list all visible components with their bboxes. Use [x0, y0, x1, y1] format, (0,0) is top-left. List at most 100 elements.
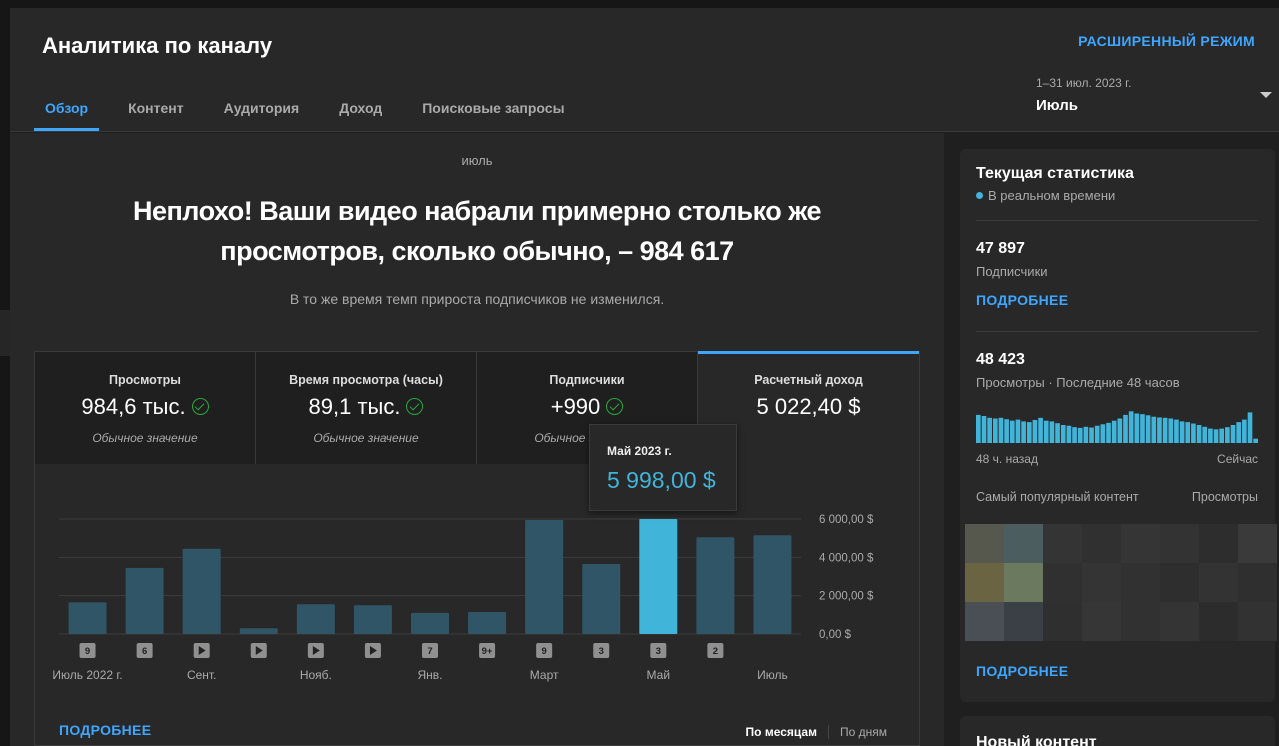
x-tick-label: Нояб. — [300, 668, 332, 682]
metrics-card: Просмотры 984,6 тыс. Обычное значение Вр… — [34, 351, 920, 746]
spark-bar — [1134, 413, 1140, 443]
spark-bar — [1168, 418, 1174, 443]
thumbnail-tile — [1199, 563, 1238, 602]
divider — [976, 220, 1258, 221]
realtime-title: Текущая статистика — [976, 165, 1134, 182]
metric-value: 5 022,40 $ — [756, 394, 861, 419]
y-tick-label: 2 000,00 $ — [819, 591, 874, 603]
check-circle-icon — [606, 398, 624, 415]
spark-bar — [998, 417, 1004, 443]
more-link-popular[interactable]: ПОДРОБНЕЕ — [976, 663, 1068, 679]
subscribers-label: Подписчики — [976, 264, 1048, 279]
thumbnail-tile — [965, 602, 1004, 641]
spark-bar — [1089, 427, 1094, 443]
subscribers-count: 47 897 — [976, 240, 1025, 257]
x-tick-label: Сент. — [187, 668, 216, 682]
thumbnail-tile — [965, 563, 1004, 602]
revenue-bar-chart: 6 000,00 $ 4 000,00 $ 2 000,00 $ 0,00 $ 9 6 7 9… — [52, 514, 874, 682]
spark-bar — [1196, 425, 1202, 443]
x-tick-label: Март — [530, 668, 559, 682]
date-range-picker[interactable]: 1–31 июл. 2023 г. Июль — [1036, 76, 1274, 120]
tooltip-value: 5 998,00 $ — [607, 467, 716, 493]
metric-tab-views[interactable]: Просмотры 984,6 тыс. Обычное значение — [35, 352, 256, 464]
thumbnail-tile — [1082, 524, 1121, 563]
badge-label: 6 — [142, 646, 147, 657]
metric-note: Обычное значение — [92, 431, 198, 445]
metric-label: Расчетный доход — [754, 373, 863, 387]
badge-label: 9+ — [482, 646, 493, 657]
thumbnail-tile — [1160, 602, 1199, 641]
bar — [753, 535, 792, 634]
spark-bar — [1038, 417, 1043, 443]
thumbnail-tile — [1004, 524, 1043, 563]
check-circle-icon — [191, 398, 209, 415]
spark-bar — [1219, 428, 1225, 443]
dropdown-arrow-icon[interactable] — [1260, 92, 1272, 98]
spark-bar — [1066, 425, 1072, 443]
metric-value-row: 5 022,40 $ — [698, 394, 919, 420]
popular-content-thumbnails[interactable] — [965, 524, 1278, 641]
x-tick-label: Июль — [757, 668, 788, 682]
y-tick-label: 4 000,00 $ — [819, 552, 874, 564]
tab-overview[interactable]: Обзор — [34, 92, 100, 132]
bar — [125, 567, 164, 634]
bar — [468, 611, 507, 634]
more-link[interactable]: ПОДРОБНЕЕ — [59, 722, 151, 738]
thumbnail-tile — [1238, 602, 1277, 641]
spark-bar — [1225, 427, 1230, 443]
tab-audience[interactable]: Аудитория — [213, 92, 311, 132]
bar — [296, 604, 335, 634]
views-label: Просмотры · Последние 48 часов — [976, 375, 1180, 390]
spark-bar — [1077, 427, 1083, 443]
bar — [696, 537, 735, 634]
by-month-option[interactable]: По месяцам — [746, 725, 817, 739]
analytics-page: Аналитика по каналу РАСШИРЕННЫЙ РЕЖИМ Об… — [0, 0, 1279, 746]
period-label: июль — [461, 153, 493, 168]
spark-bar — [981, 416, 987, 443]
metric-label: Время просмотра (часы) — [289, 373, 443, 387]
x-tick-label: Май — [647, 668, 671, 682]
spark-bar — [1191, 423, 1196, 443]
spark-bar — [1185, 422, 1191, 443]
divider — [976, 331, 1258, 332]
views-sparkline — [976, 411, 1258, 443]
x-tick-label: Июль 2022 г. — [52, 668, 122, 682]
bar — [411, 612, 449, 634]
tab-search-queries[interactable]: Поисковые запросы — [411, 92, 575, 132]
tab-revenue[interactable]: Доход — [328, 92, 393, 132]
badge-label: 9 — [542, 646, 547, 657]
thumbnail-tile — [1238, 563, 1277, 602]
spark-bar — [1151, 416, 1157, 443]
more-link-subscribers[interactable]: ПОДРОБНЕЕ — [976, 292, 1068, 308]
badge-label: 2 — [713, 646, 718, 657]
spark-bar — [1162, 417, 1168, 443]
spark-bar — [1072, 427, 1077, 443]
thumbnail-tile — [1199, 524, 1238, 563]
y-tick-label: 6 000,00 $ — [819, 514, 874, 526]
spark-bar — [1026, 422, 1032, 443]
summary-subline: В то же время темп прироста подписчиков … — [289, 291, 665, 307]
metric-value-row: 89,1 тыс. — [256, 394, 476, 420]
metric-tab-watch-time[interactable]: Время просмотра (часы) 89,1 тыс. Обычное… — [256, 352, 477, 464]
spark-end-label: Сейчас — [1217, 452, 1258, 466]
realtime-live: В реальном времени — [976, 188, 1115, 203]
spark-bar — [1157, 417, 1162, 443]
advanced-mode-link[interactable]: РАСШИРЕННЫЙ РЕЖИМ — [1078, 33, 1255, 49]
new-content-title: Новый контент — [976, 734, 1097, 746]
thumbnail-tile — [1082, 563, 1121, 602]
metric-note: Обычное значение — [313, 431, 419, 445]
y-tick-label: 0,00 $ — [819, 629, 852, 641]
bar — [68, 602, 107, 634]
badge-label: 9 — [85, 646, 90, 657]
spark-bar — [1111, 420, 1117, 443]
granularity-toggle: По месяцам По дням — [746, 725, 887, 739]
spark-bar — [992, 418, 998, 443]
overview-panel: июль Неплохо! Ваши видео набрали примерн… — [10, 133, 944, 746]
toggle-divider — [827, 725, 829, 739]
by-day-option[interactable]: По дням — [840, 725, 887, 739]
thumbnail-tile — [1082, 602, 1121, 641]
new-content-card: Новый контент — [960, 716, 1275, 746]
spark-bar — [1123, 414, 1128, 443]
page-header: Аналитика по каналу РАСШИРЕННЫЙ РЕЖИМ Об… — [10, 8, 1279, 132]
tab-content[interactable]: Контент — [117, 92, 195, 132]
